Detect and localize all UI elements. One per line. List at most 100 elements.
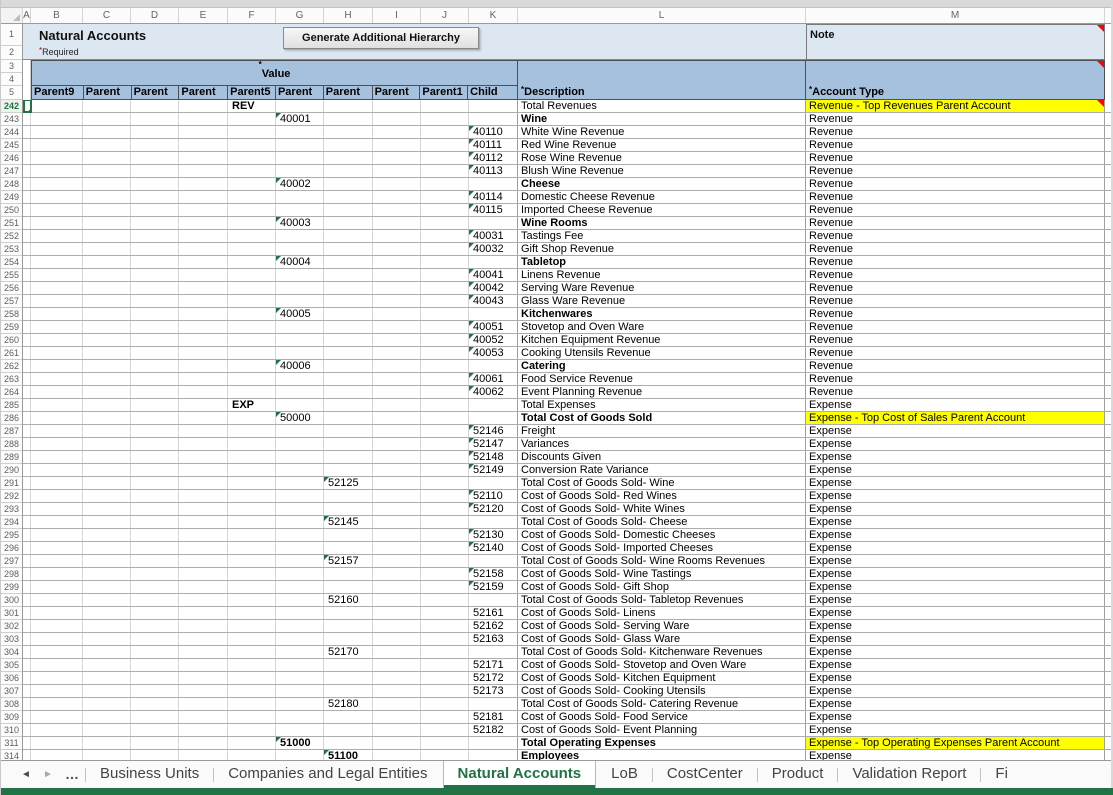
grid-cell[interactable] <box>179 672 228 684</box>
account-type-cell[interactable]: Expense <box>806 620 1105 632</box>
grid-cell[interactable] <box>31 620 83 632</box>
grid-cell[interactable] <box>131 672 179 684</box>
grid-cell[interactable] <box>373 750 421 760</box>
grid-cell[interactable] <box>83 633 131 645</box>
grid-cell[interactable] <box>421 230 469 242</box>
grid-cell[interactable] <box>324 295 373 307</box>
row-header-245[interactable]: 245 <box>1 139 22 152</box>
grid-cell[interactable] <box>421 243 469 255</box>
account-type-cell[interactable]: Revenue <box>806 178 1105 190</box>
grid-cell[interactable] <box>276 594 324 606</box>
grid-cell[interactable] <box>131 100 179 112</box>
grid-cell[interactable] <box>131 516 179 528</box>
sheet-tab-validation-report[interactable]: Validation Report <box>838 761 980 788</box>
grid-cell[interactable] <box>228 165 276 177</box>
grid-cell[interactable] <box>179 178 228 190</box>
description-cell[interactable]: Cheese <box>518 178 806 190</box>
grid-cell[interactable] <box>469 100 518 112</box>
column-header-i[interactable]: I <box>373 8 421 23</box>
description-cell[interactable]: Linens Revenue <box>518 269 806 281</box>
grid-cell[interactable] <box>421 334 469 346</box>
grid-cell[interactable] <box>131 360 179 372</box>
grid-cell[interactable] <box>31 399 83 411</box>
sheet-tab-lob[interactable]: LoB <box>597 761 652 788</box>
grid-cell[interactable] <box>276 347 324 359</box>
description-cell[interactable]: Cost of Goods Sold- Wine Tastings <box>518 568 806 580</box>
description-cell[interactable]: Cost of Goods Sold- Kitchen Equipment <box>518 672 806 684</box>
value-cell[interactable]: EXP <box>228 399 276 411</box>
row-header-5[interactable]: 5 <box>1 86 22 100</box>
grid-cell[interactable] <box>131 607 179 619</box>
grid-cell[interactable] <box>324 308 373 320</box>
account-type-cell[interactable]: Revenue <box>806 360 1105 372</box>
grid-cell[interactable] <box>83 607 131 619</box>
grid-cell[interactable] <box>373 438 421 450</box>
grid-cell[interactable] <box>179 724 228 736</box>
value-cell[interactable]: 40111 <box>469 139 518 151</box>
grid-cell[interactable] <box>179 282 228 294</box>
grid-cell[interactable] <box>228 412 276 424</box>
grid-cell[interactable] <box>23 464 31 476</box>
value-cell[interactable]: 52149 <box>469 464 518 476</box>
grid-cell[interactable] <box>179 360 228 372</box>
grid-cell[interactable] <box>131 581 179 593</box>
grid-cell[interactable] <box>469 737 518 749</box>
description-cell[interactable]: Cost of Goods Sold- Cooking Utensils <box>518 685 806 697</box>
parent-column-header[interactable]: Parent <box>84 86 132 99</box>
grid-cell[interactable] <box>228 594 276 606</box>
grid-cell[interactable] <box>179 581 228 593</box>
grid-cell[interactable] <box>83 113 131 125</box>
next-sheet-button[interactable]: ► <box>37 761 59 788</box>
account-type-cell[interactable]: Expense <box>806 529 1105 541</box>
grid-cell[interactable] <box>276 126 324 138</box>
grid-cell[interactable] <box>228 438 276 450</box>
grid-cell[interactable] <box>83 412 131 424</box>
grid-cell[interactable] <box>31 516 83 528</box>
account-type-cell[interactable]: Revenue <box>806 347 1105 359</box>
grid-cell[interactable] <box>276 295 324 307</box>
grid-cell[interactable] <box>373 529 421 541</box>
account-type-cell[interactable]: Expense <box>806 555 1105 567</box>
value-cell[interactable]: 52125 <box>324 477 373 489</box>
row-header-256[interactable]: 256 <box>1 282 22 295</box>
row-header-260[interactable]: 260 <box>1 334 22 347</box>
active-cell-selection[interactable] <box>23 100 32 113</box>
grid-cell[interactable] <box>228 724 276 736</box>
grid-cell[interactable] <box>228 126 276 138</box>
grid-cell[interactable] <box>421 360 469 372</box>
grid-cell[interactable] <box>131 282 179 294</box>
grid-cell[interactable] <box>83 295 131 307</box>
grid-cell[interactable] <box>373 100 421 112</box>
account-type-cell[interactable]: Revenue - Top Revenues Parent Account <box>806 100 1105 112</box>
grid-cell[interactable] <box>373 490 421 502</box>
account-type-cell[interactable]: Expense <box>806 464 1105 476</box>
grid-cell[interactable] <box>83 555 131 567</box>
grid-cell[interactable] <box>131 139 179 151</box>
grid-cell[interactable] <box>23 165 31 177</box>
account-type-cell[interactable]: Expense <box>806 425 1105 437</box>
grid-cell[interactable] <box>31 126 83 138</box>
description-cell[interactable]: Discounts Given <box>518 451 806 463</box>
grid-cell[interactable] <box>276 269 324 281</box>
grid-cell[interactable] <box>23 399 31 411</box>
description-cell[interactable]: Cost of Goods Sold- Serving Ware <box>518 620 806 632</box>
grid-cell[interactable] <box>83 451 131 463</box>
grid-cell[interactable] <box>276 152 324 164</box>
account-type-cell[interactable]: Expense <box>806 607 1105 619</box>
description-cell[interactable]: Cost of Goods Sold- Red Wines <box>518 490 806 502</box>
row-header-261[interactable]: 261 <box>1 347 22 360</box>
row-header-248[interactable]: 248 <box>1 178 22 191</box>
account-type-cell[interactable]: Revenue <box>806 373 1105 385</box>
value-cell[interactable]: 52181 <box>469 711 518 723</box>
grid-cell[interactable] <box>324 659 373 671</box>
grid-cell[interactable] <box>131 685 179 697</box>
grid-cell[interactable] <box>83 126 131 138</box>
grid-cell[interactable] <box>373 113 421 125</box>
grid-cell[interactable] <box>131 529 179 541</box>
grid-cell[interactable] <box>131 490 179 502</box>
description-cell[interactable]: Conversion Rate Variance <box>518 464 806 476</box>
grid-cell[interactable] <box>324 152 373 164</box>
description-cell[interactable]: Total Expenses <box>518 399 806 411</box>
description-cell[interactable]: Employees <box>518 750 806 760</box>
grid-cell[interactable] <box>23 503 31 515</box>
